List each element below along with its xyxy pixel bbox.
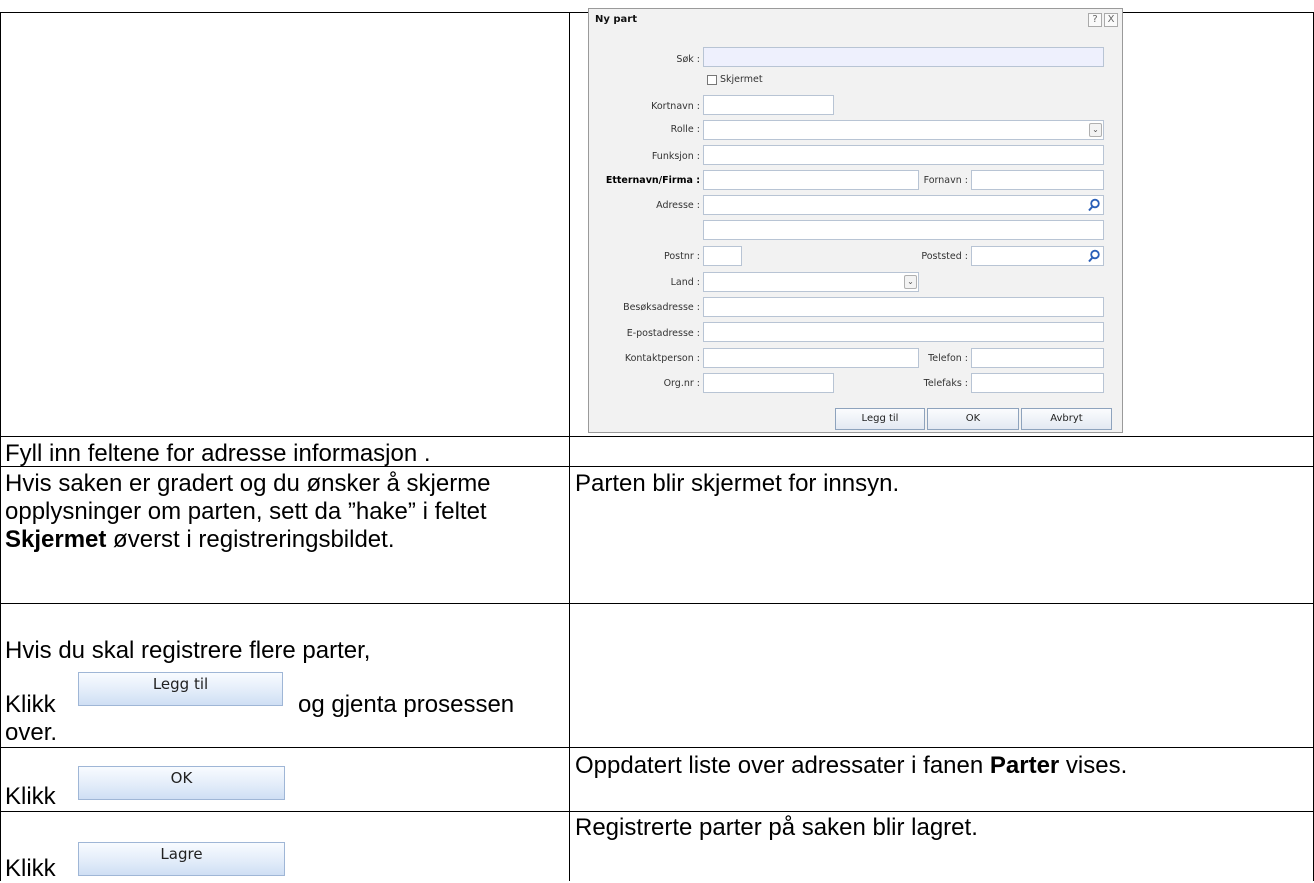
row-divider (0, 603, 1314, 604)
row3-after2: over. (5, 719, 58, 746)
etternavn-input[interactable] (703, 170, 919, 190)
row1-left-text: Fyll inn feltene for adresse informasjon… (5, 440, 431, 467)
land-label: Land : (670, 277, 700, 288)
legg-til-button[interactable]: Legg til (835, 408, 925, 430)
telefon-label: Telefon : (928, 353, 968, 364)
epost-input[interactable] (703, 322, 1104, 342)
kontaktperson-input[interactable] (703, 348, 919, 368)
orgnr-input[interactable] (703, 373, 834, 393)
kortnavn-label: Kortnavn : (651, 101, 700, 112)
adresse-input[interactable] (703, 195, 1104, 215)
close-icon[interactable]: X (1104, 13, 1118, 27)
postnr-input[interactable] (703, 246, 742, 266)
chevron-down-icon[interactable]: ⌄ (1089, 123, 1102, 137)
etternavn-label: Etternavn/Firma : (605, 175, 700, 186)
besoksadresse-label: Besøksadresse : (623, 302, 700, 313)
postnr-label: Postnr : (663, 251, 700, 262)
rolle-label: Rolle : (670, 124, 700, 135)
row2-left-text: Hvis saken er gradert og du ønsker å skj… (5, 470, 565, 554)
row2-text-b: øverst i registreringsbildet. (106, 526, 395, 553)
row4-text-a: Oppdatert liste over adressater i fanen (575, 752, 990, 779)
fornavn-input[interactable] (971, 170, 1104, 190)
row3-text-line1: Hvis du skal registrere flere parter, (5, 637, 371, 664)
row2-text-a: Hvis saken er gradert og du ønsker å skj… (5, 470, 491, 525)
row3-after: og gjenta prosessen (298, 691, 515, 718)
row4-text-b: vises. (1059, 752, 1128, 779)
ok-button[interactable]: OK (927, 408, 1019, 430)
row-divider (0, 811, 1314, 812)
row2-right-text: Parten blir skjermet for innsyn. (575, 470, 900, 497)
help-icon[interactable]: ? (1088, 13, 1102, 27)
funksjon-input[interactable] (703, 145, 1104, 165)
ok-inline-button[interactable]: OK (78, 766, 285, 800)
row-divider (0, 747, 1314, 748)
table-border-left (0, 12, 1, 881)
chevron-down-icon[interactable]: ⌄ (904, 275, 917, 289)
skjermet-label: Skjermet (720, 74, 763, 85)
telefaks-input[interactable] (971, 373, 1104, 393)
lagre-inline-button[interactable]: Lagre (78, 842, 285, 876)
ny-part-dialog: Ny part ? X Søk : Skjermet Kortnavn : Ro… (588, 8, 1123, 433)
sok-label: Søk : (676, 54, 700, 65)
legg-til-inline-button[interactable]: Legg til (78, 672, 283, 706)
search-icon[interactable] (1087, 198, 1101, 212)
funksjon-label: Funksjon : (651, 151, 700, 162)
besoksadresse-input[interactable] (703, 297, 1104, 317)
rolle-select[interactable]: ⌄ (703, 120, 1104, 140)
row2-text-bold: Skjermet (5, 526, 107, 553)
kontaktperson-label: Kontaktperson : (624, 353, 700, 364)
instruction-table: Ny part ? X Søk : Skjermet Kortnavn : Ro… (0, 0, 1314, 882)
row5-right-text: Registrerte parter på saken blir lagret. (575, 814, 978, 841)
telefon-input[interactable] (971, 348, 1104, 368)
table-column-divider (569, 12, 570, 881)
adresse2-input[interactable] (703, 220, 1104, 240)
epost-label: E-postadresse : (626, 328, 700, 339)
search-icon[interactable] (1087, 249, 1101, 263)
row3-klikk: Klikk (5, 691, 56, 718)
row5-klikk: Klikk (5, 855, 56, 882)
land-select[interactable]: ⌄ (703, 272, 919, 292)
dialog-title: Ny part (595, 14, 637, 25)
row4-right-text: Oppdatert liste over adressater i fanen … (575, 752, 1310, 780)
row4-text-bold: Parter (989, 752, 1060, 779)
row-divider (0, 436, 1314, 437)
adresse-label: Adresse : (656, 200, 700, 211)
sok-input[interactable] (703, 47, 1104, 67)
orgnr-label: Org.nr : (663, 378, 700, 389)
skjermet-checkbox[interactable] (707, 75, 717, 85)
row4-klikk: Klikk (5, 783, 56, 810)
poststed-input[interactable] (971, 246, 1104, 266)
telefaks-label: Telefaks : (923, 378, 968, 389)
kortnavn-input[interactable] (703, 95, 834, 115)
avbryt-button[interactable]: Avbryt (1021, 408, 1112, 430)
poststed-label: Poststed : (921, 251, 968, 262)
fornavn-label: Fornavn : (923, 175, 968, 186)
